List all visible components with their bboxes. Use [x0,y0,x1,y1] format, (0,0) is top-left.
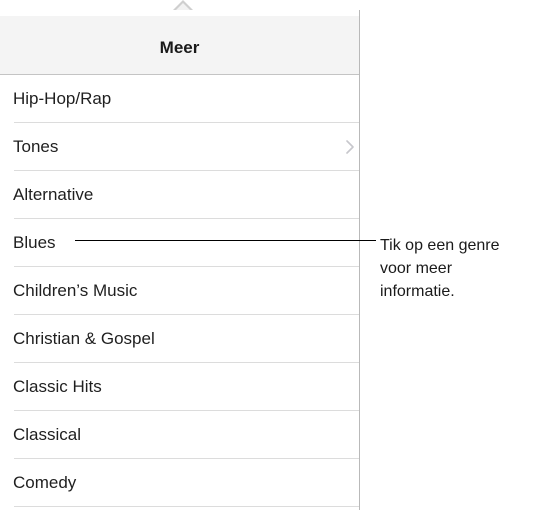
genre-row-classic-hits[interactable]: Classic Hits [0,363,359,411]
genre-label: Classical [13,425,82,444]
callout-annotation: Tik op een genre voor meer informatie. [380,234,540,303]
popover-header: Meer [0,16,359,75]
callout-leader-line [75,240,376,241]
genre-row-hip-hop-rap[interactable]: Hip-Hop/Rap [0,75,359,123]
genre-label: Comedy [13,473,77,492]
genre-label: Hip-Hop/Rap [13,89,112,108]
genre-label: Christian & Gospel [13,329,155,348]
genre-label: Children’s Music [13,281,138,300]
genre-row-comedy[interactable]: Comedy [0,459,359,507]
more-popover: Meer Hip-Hop/Rap Tones Alternative Blues… [0,10,360,510]
genre-label: Blues [13,233,56,252]
genre-row-alternative[interactable]: Alternative [0,171,359,219]
genre-row-childrens-music[interactable]: Children’s Music [0,267,359,315]
popover-title: Meer [159,38,200,57]
genre-row-tones[interactable]: Tones [0,123,359,171]
genre-label: Classic Hits [13,377,102,396]
genre-label: Alternative [13,185,94,204]
genre-row-christian-gospel[interactable]: Christian & Gospel [0,315,359,363]
genre-row-blues[interactable]: Blues [0,219,359,267]
genre-label: Tones [13,137,59,156]
callout-line-2: voor meer [380,260,453,277]
genre-row-classical[interactable]: Classical [0,411,359,459]
chevron-right-icon [346,140,354,154]
callout-line-1: Tik op een genre [380,237,500,254]
genre-list: Hip-Hop/Rap Tones Alternative Blues Chil… [0,75,359,507]
callout-line-3: informatie. [380,283,455,300]
